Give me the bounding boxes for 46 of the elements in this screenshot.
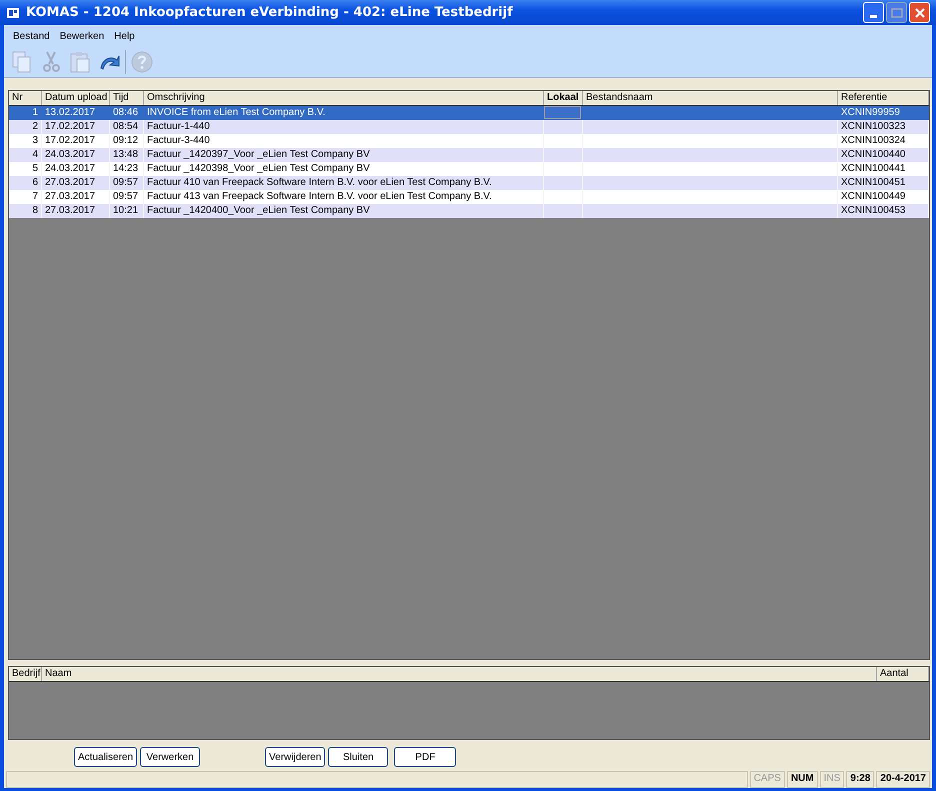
table-cell: XCNIN100453 — [838, 204, 929, 218]
maximize-icon — [890, 8, 902, 18]
action-button[interactable]: Verwijderen — [265, 747, 326, 767]
window-title: KOMAS - 1204 Inkoopfacturen eVerbinding - 402: eLine Testbedrijf — [26, 5, 514, 20]
cell-focus — [544, 106, 581, 119]
status-indicator: NUM — [786, 771, 818, 788]
app-icon — [6, 6, 20, 20]
status-indicator: CAPS — [750, 771, 785, 788]
column-header[interactable]: Tijd — [110, 91, 144, 105]
menu-item[interactable]: Bewerken — [54, 28, 110, 44]
table-row[interactable]: 2 17.02.2017 08:54 Factuur-1-440 XCNIN100323 — [9, 120, 929, 134]
table-row[interactable]: 8 27.03.2017 10:21 Factuur _1420400_Voor _eLien Test Company BV XCNIN100453 — [9, 204, 929, 218]
column-header[interactable]: Bestandsnaam — [583, 91, 838, 105]
menu-item[interactable]: Bestand — [8, 28, 55, 44]
close-icon — [914, 8, 924, 18]
column-header[interactable]: Lokaal — [544, 91, 583, 105]
menu-item[interactable]: Help — [109, 28, 140, 44]
column-header[interactable]: Bedrijf — [9, 667, 42, 681]
table-row[interactable]: 1 13.02.2017 08:46 INVOICE from eLien Test Company B.V. XCNIN99959 — [9, 106, 929, 120]
close-button[interactable] — [909, 2, 930, 23]
table-cell: Factuur _1420400_Voor _eLien Test Company BV — [144, 204, 544, 218]
action-button[interactable]: PDF — [394, 747, 456, 767]
column-header[interactable]: Datum upload — [42, 91, 110, 105]
minimize-button[interactable] — [863, 2, 884, 23]
column-header[interactable]: Aantal — [877, 667, 929, 681]
column-header[interactable]: Nr — [9, 91, 42, 105]
table-row[interactable]: 5 24.03.2017 14:23 Factuur _1420398_Voor _eLien Test Company BV XCNIN100441 — [9, 162, 929, 176]
table-cell: 27.03.2017 — [42, 204, 110, 218]
column-header[interactable]: Naam — [42, 667, 877, 681]
action-button[interactable]: Actualiseren — [74, 747, 138, 767]
help-icon — [130, 50, 154, 74]
status-indicator: 20-4-2017 — [876, 771, 930, 788]
status-indicator: 9:28 — [846, 771, 874, 788]
minimize-icon — [870, 15, 877, 18]
table-cell: 10:21 — [110, 204, 144, 218]
status-indicator: INS — [820, 771, 844, 788]
table-row[interactable]: 6 27.03.2017 09:57 Factuur 410 van Freepack Software Intern B.V. voor eLien Test Company B.V. XCNIN100451 — [9, 176, 929, 190]
action-button[interactable]: Verwerken — [140, 747, 200, 767]
table-row[interactable]: 7 27.03.2017 09:57 Factuur 413 van Freepack Software Intern B.V. voor eLien Test Company B.V. XCNIN100449 — [9, 190, 929, 204]
action-button[interactable]: Sluiten — [328, 747, 388, 767]
column-header[interactable]: Referentie — [838, 91, 929, 105]
table-row[interactable]: 3 17.02.2017 09:12 Factuur-3-440 XCNIN100324 — [9, 134, 929, 148]
column-header[interactable]: Omschrijving — [144, 91, 544, 105]
table-cell: 8 — [9, 204, 42, 218]
table-row[interactable]: 4 24.03.2017 13:48 Factuur _1420397_Voor _eLien Test Company BV XCNIN100440 — [9, 148, 929, 162]
clipboard-icon — [68, 50, 92, 74]
